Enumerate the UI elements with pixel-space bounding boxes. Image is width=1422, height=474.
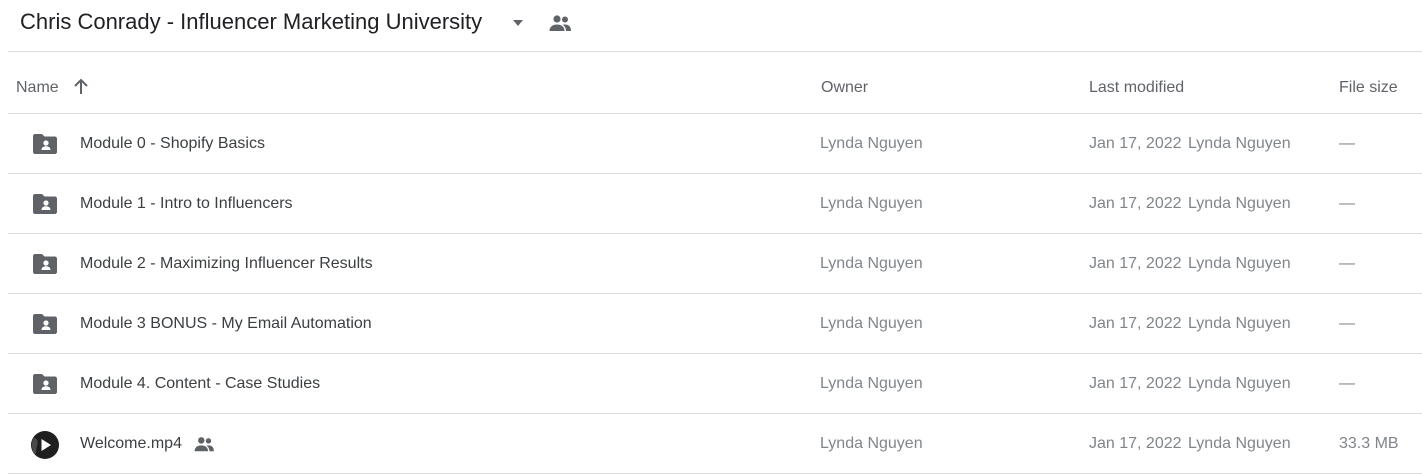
modified-date: Jan 17, 2022 bbox=[1089, 255, 1182, 272]
modified-by: Lynda Nguyen bbox=[1188, 435, 1291, 452]
people-icon bbox=[549, 15, 571, 31]
modified-by: Lynda Nguyen bbox=[1188, 255, 1291, 272]
folder-title[interactable]: Chris Conrady - Influencer Marketing Uni… bbox=[20, 8, 482, 36]
modified-date: Jan 17, 2022 bbox=[1089, 195, 1182, 212]
file-row-module-1[interactable]: Module 1 - Intro to Influencers Lynda Ng… bbox=[0, 174, 1422, 234]
file-size: — bbox=[1339, 135, 1355, 152]
file-owner: Lynda Nguyen bbox=[820, 315, 923, 332]
modified-by: Lynda Nguyen bbox=[1188, 195, 1291, 212]
shared-folder-icon bbox=[33, 194, 57, 214]
modified-date: Jan 17, 2022 bbox=[1089, 315, 1182, 332]
file-size: — bbox=[1339, 255, 1355, 272]
file-row-module-2[interactable]: Module 2 - Maximizing Influencer Results… bbox=[0, 234, 1422, 294]
file-owner: Lynda Nguyen bbox=[820, 195, 923, 212]
arrow-up-icon[interactable] bbox=[72, 78, 90, 96]
file-owner: Lynda Nguyen bbox=[820, 255, 923, 272]
file-row-module-4[interactable]: Module 4. Content - Case Studies Lynda N… bbox=[0, 354, 1422, 414]
modified-by: Lynda Nguyen bbox=[1188, 315, 1291, 332]
file-owner: Lynda Nguyen bbox=[820, 435, 923, 452]
file-name[interactable]: Module 0 - Shopify Basics bbox=[80, 134, 265, 154]
modified-date: Jan 17, 2022 bbox=[1089, 135, 1182, 152]
file-name[interactable]: Welcome.mp4 bbox=[80, 434, 182, 454]
shared-folder-icon bbox=[33, 374, 57, 394]
column-header-owner: Owner bbox=[821, 79, 869, 96]
video-thumbnail-icon bbox=[31, 431, 59, 459]
file-owner: Lynda Nguyen bbox=[820, 375, 923, 392]
arrow-drop-down-icon[interactable] bbox=[510, 17, 526, 29]
people-icon bbox=[194, 437, 214, 452]
modified-date: Jan 17, 2022 bbox=[1089, 435, 1182, 452]
modified-by: Lynda Nguyen bbox=[1188, 135, 1291, 152]
file-name[interactable]: Module 4. Content - Case Studies bbox=[80, 374, 320, 394]
file-name[interactable]: Module 3 BONUS - My Email Automation bbox=[80, 314, 372, 334]
file-name[interactable]: Module 1 - Intro to Influencers bbox=[80, 194, 293, 214]
column-header-row: Name Owner Last modified File size bbox=[0, 52, 1422, 114]
file-size: — bbox=[1339, 375, 1355, 392]
modified-by: Lynda Nguyen bbox=[1188, 375, 1291, 392]
column-header-file-size[interactable]: File size bbox=[1339, 78, 1398, 98]
column-header-last-modified[interactable]: Last modified bbox=[1089, 78, 1184, 98]
shared-folder-icon bbox=[33, 254, 57, 274]
file-owner: Lynda Nguyen bbox=[820, 135, 923, 152]
file-name[interactable]: Module 2 - Maximizing Influencer Results bbox=[80, 254, 373, 274]
folder-header: Chris Conrady - Influencer Marketing Uni… bbox=[0, 0, 1422, 52]
file-size: 33.3 MB bbox=[1339, 435, 1399, 452]
shared-folder-icon bbox=[33, 314, 57, 334]
modified-date: Jan 17, 2022 bbox=[1089, 375, 1182, 392]
file-row-module-3[interactable]: Module 3 BONUS - My Email Automation Lyn… bbox=[0, 294, 1422, 354]
file-row-module-0[interactable]: Module 0 - Shopify Basics Lynda Nguyen J… bbox=[0, 114, 1422, 174]
file-row-welcome-video[interactable]: Welcome.mp4 Lynda Nguyen Jan 17, 2022 Ly… bbox=[0, 414, 1422, 474]
column-header-name[interactable]: Name bbox=[16, 78, 59, 98]
file-size: — bbox=[1339, 195, 1355, 212]
shared-folder-icon bbox=[33, 134, 57, 154]
file-size: — bbox=[1339, 315, 1355, 332]
